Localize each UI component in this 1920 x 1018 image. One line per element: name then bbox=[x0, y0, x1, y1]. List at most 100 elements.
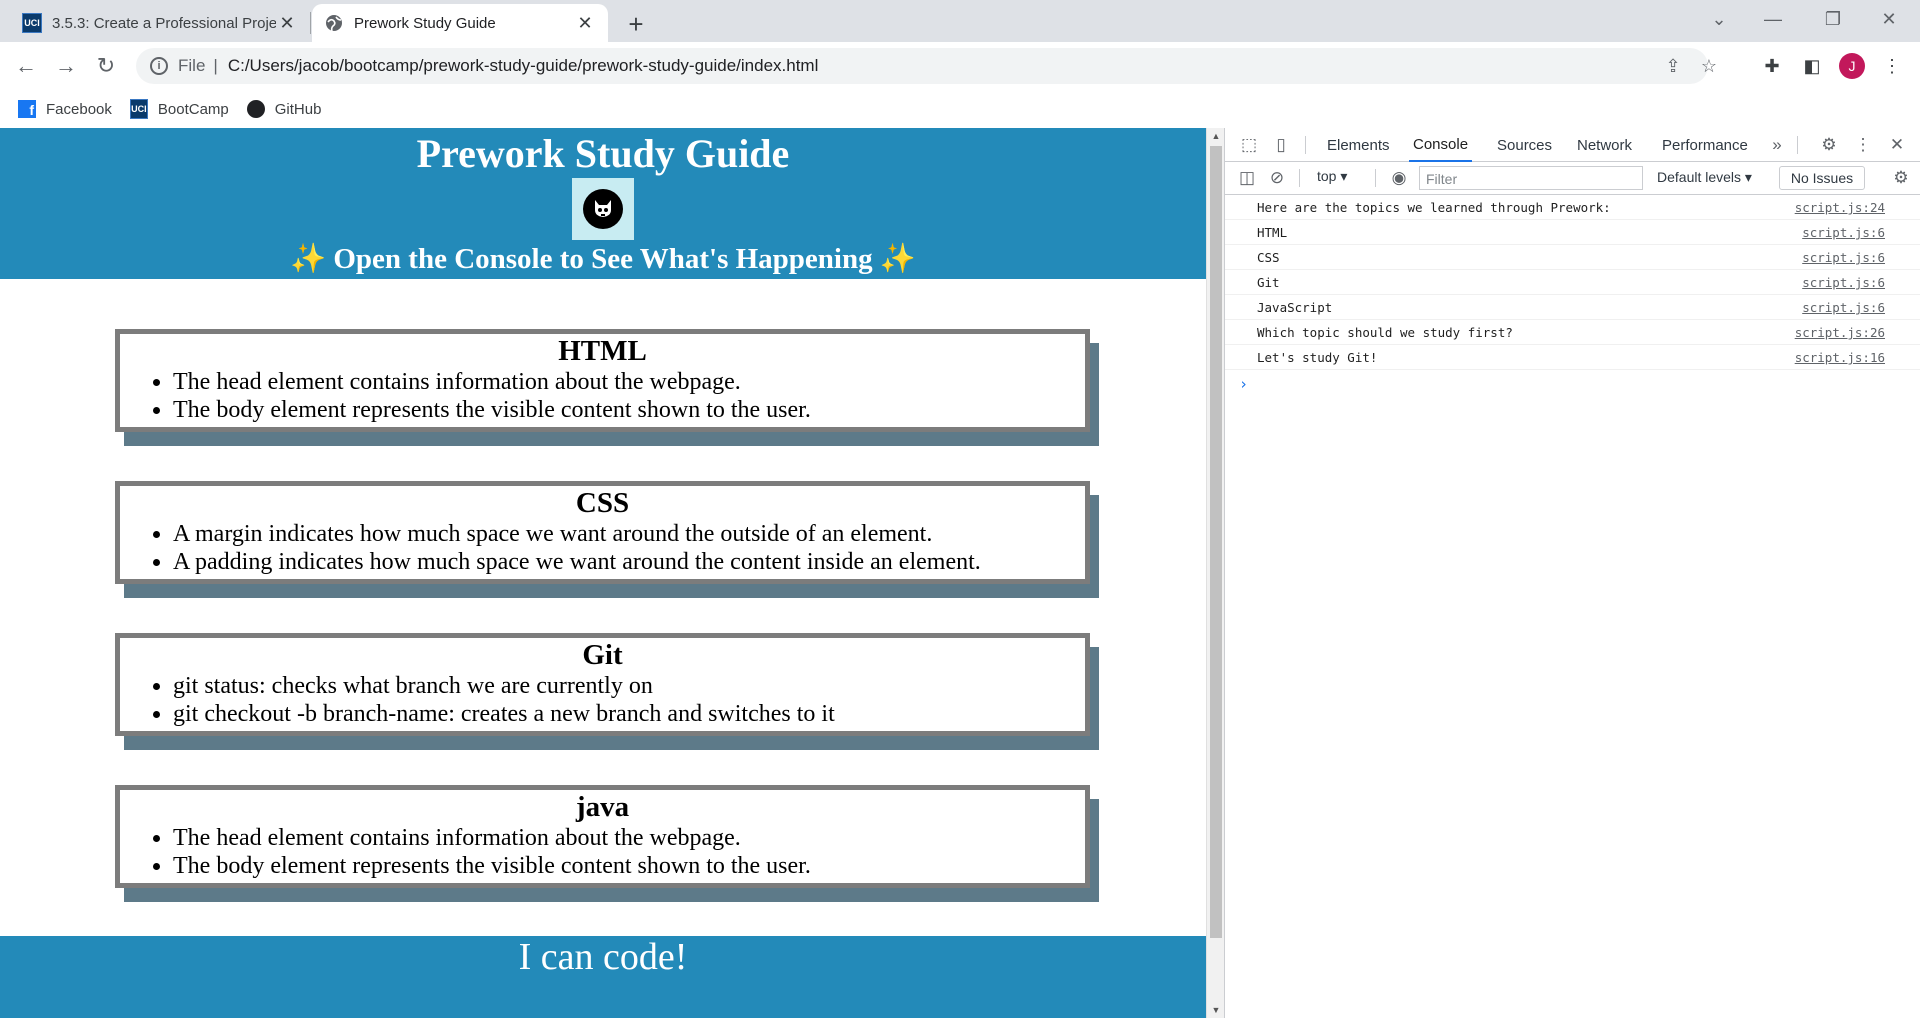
restore-button[interactable]: ❐ bbox=[1810, 0, 1856, 38]
console-message-text: HTML bbox=[1257, 225, 1288, 240]
globe-icon bbox=[324, 13, 344, 33]
close-tab-icon[interactable]: ✕ bbox=[276, 12, 298, 34]
console-source-link[interactable]: script.js:24 bbox=[1795, 200, 1885, 215]
clear-console-icon[interactable]: ⊘ bbox=[1265, 166, 1289, 190]
card-heading: Git bbox=[582, 639, 623, 671]
devtools-tab-sources[interactable]: Sources bbox=[1497, 128, 1552, 162]
bookmark-label: GitHub bbox=[274, 100, 322, 118]
menu-kebab-icon[interactable]: ⋮ bbox=[1876, 50, 1908, 82]
bookmark-bootcamp[interactable]: UCI BootCamp bbox=[129, 99, 229, 119]
devtools-tab-console[interactable]: Console bbox=[1409, 128, 1473, 162]
console-message-text: Git bbox=[1257, 275, 1280, 290]
tab-prework-study-guide[interactable]: Prework Study Guide ✕ bbox=[312, 4, 608, 42]
url-separator: | bbox=[213, 56, 218, 75]
eye-icon[interactable]: ◉ bbox=[1387, 166, 1411, 190]
reload-icon[interactable]: ↻ bbox=[90, 50, 122, 82]
list-item: The head element contains information ab… bbox=[173, 368, 1085, 396]
divider bbox=[1375, 169, 1376, 187]
page-subtitle: ✨ Open the Console to See What's Happeni… bbox=[290, 243, 916, 275]
page-title: Prework Study Guide bbox=[416, 131, 790, 176]
new-tab-button[interactable]: + bbox=[620, 8, 652, 40]
minimize-button[interactable]: — bbox=[1750, 0, 1796, 38]
console-source-link[interactable]: script.js:6 bbox=[1802, 275, 1885, 290]
card-git: Git git status: checks what branch we ar… bbox=[115, 633, 1090, 736]
address-bar[interactable]: i File | C:/Users/jacob/bootcamp/prework… bbox=[136, 48, 1717, 84]
gear-icon[interactable]: ⚙ bbox=[1817, 133, 1841, 157]
tab-search-icon[interactable]: ⌄ bbox=[1696, 0, 1742, 38]
devtools-tab-performance[interactable]: Performance bbox=[1662, 128, 1748, 162]
console-message-text: Here are the topics we learned through P… bbox=[1257, 200, 1611, 215]
devtools-tab-elements[interactable]: Elements bbox=[1327, 128, 1390, 162]
console-message-text: Which topic should we study first? bbox=[1257, 325, 1513, 340]
console-settings-gear-icon[interactable]: ⚙ bbox=[1889, 166, 1913, 190]
site-header: Prework Study Guide ✨ Open the Console t… bbox=[0, 128, 1206, 279]
log-levels-label: Default levels bbox=[1657, 169, 1742, 185]
scrollbar-thumb[interactable] bbox=[1210, 146, 1222, 938]
sidebar-toggle-icon[interactable]: ◫ bbox=[1235, 166, 1259, 190]
close-window-button[interactable]: ✕ bbox=[1866, 0, 1912, 38]
bookmark-star-icon[interactable]: ☆ bbox=[1692, 48, 1726, 84]
card-heading: HTML bbox=[558, 335, 647, 367]
url-text[interactable]: C:/Users/jacob/bootcamp/prework-study-gu… bbox=[228, 56, 819, 76]
issues-button[interactable]: No Issues bbox=[1779, 166, 1865, 190]
console-source-link[interactable]: script.js:6 bbox=[1802, 225, 1885, 240]
profile-avatar[interactable]: J bbox=[1836, 50, 1868, 82]
card-heading: CSS bbox=[575, 487, 630, 519]
bookmark-label: Facebook bbox=[46, 100, 112, 118]
forward-arrow-icon[interactable]: → bbox=[50, 50, 82, 82]
console-filter-input[interactable]: Filter bbox=[1419, 166, 1643, 190]
bookmark-github[interactable]: GitHub bbox=[246, 100, 322, 118]
devtools-menu-kebab-icon[interactable]: ⋮ bbox=[1851, 133, 1875, 157]
console-source-link[interactable]: script.js:26 bbox=[1795, 325, 1885, 340]
extensions-puzzle-icon[interactable]: ✚ bbox=[1756, 50, 1788, 82]
list-item: git checkout -b branch-name: creates a n… bbox=[173, 700, 1085, 728]
close-tab-icon[interactable]: ✕ bbox=[574, 12, 596, 34]
console-source-link[interactable]: script.js:16 bbox=[1795, 350, 1885, 365]
site-footer: I can code! bbox=[0, 936, 1206, 1018]
more-tabs-chevron-icon[interactable]: » bbox=[1765, 133, 1789, 157]
log-levels-dropdown[interactable]: Default levels ▾ bbox=[1657, 169, 1752, 186]
github-icon bbox=[246, 100, 265, 118]
back-arrow-icon[interactable]: ← bbox=[10, 50, 42, 82]
page-viewport: Prework Study Guide ✨ Open the Console t… bbox=[0, 128, 1206, 1018]
list-item: git status: checks what branch we are cu… bbox=[173, 672, 1085, 700]
devtools-panel: ⬚ ▯ Elements Console Sources Network Per… bbox=[1224, 128, 1920, 1018]
facebook-icon: f bbox=[18, 100, 36, 118]
card-css: CSS A margin indicates how much space we… bbox=[115, 481, 1090, 584]
card-list: The head element contains information ab… bbox=[173, 824, 1085, 880]
console-message: Here are the topics we learned through P… bbox=[1225, 195, 1920, 220]
card-html: HTML The head element contains informati… bbox=[115, 329, 1090, 432]
card-list: The head element contains information ab… bbox=[173, 368, 1085, 424]
list-item: The body element represents the visible … bbox=[173, 852, 1085, 880]
card-list: A margin indicates how much space we wan… bbox=[173, 520, 1085, 576]
device-toolbar-icon[interactable]: ▯ bbox=[1269, 133, 1293, 157]
divider bbox=[1797, 136, 1798, 154]
console-prompt-chevron-icon[interactable]: › bbox=[1239, 375, 1248, 393]
tab-title: Prework Study Guide bbox=[354, 14, 496, 32]
cat-skull-logo-icon bbox=[572, 178, 634, 240]
devtools-tab-network[interactable]: Network bbox=[1577, 128, 1632, 162]
console-message: HTML script.js:6 bbox=[1225, 220, 1920, 245]
scroll-up-arrow-icon[interactable]: ▲ bbox=[1207, 128, 1225, 144]
context-label: top bbox=[1317, 168, 1337, 184]
share-icon[interactable]: ⇪ bbox=[1656, 48, 1690, 84]
inspect-element-icon[interactable]: ⬚ bbox=[1237, 133, 1261, 157]
uci-logo-icon: UCI bbox=[129, 99, 148, 119]
console-source-link[interactable]: script.js:6 bbox=[1802, 300, 1885, 315]
tab-create-project[interactable]: UCI 3.5.3: Create a Professional Proje ✕ bbox=[10, 4, 310, 42]
devtools-tabbar: ⬚ ▯ Elements Console Sources Network Per… bbox=[1225, 128, 1920, 162]
scroll-down-arrow-icon[interactable]: ▼ bbox=[1207, 1002, 1225, 1018]
page-scrollbar[interactable]: ▲ ▼ bbox=[1206, 128, 1224, 1018]
close-devtools-icon[interactable]: ✕ bbox=[1885, 133, 1909, 157]
console-source-link[interactable]: script.js:6 bbox=[1802, 250, 1885, 265]
console-message: Let's study Git! script.js:16 bbox=[1225, 345, 1920, 370]
side-panel-icon[interactable]: ◧ bbox=[1796, 50, 1828, 82]
context-selector[interactable]: top ▾ bbox=[1317, 168, 1347, 185]
site-info-icon[interactable]: i bbox=[150, 57, 168, 75]
bookmark-facebook[interactable]: f Facebook bbox=[18, 100, 112, 118]
browser-toolbar: ← → ↻ i File | C:/Users/jacob/bootcamp/p… bbox=[0, 42, 1920, 90]
card-list: git status: checks what branch we are cu… bbox=[173, 672, 1085, 728]
console-message: CSS script.js:6 bbox=[1225, 245, 1920, 270]
list-item: The body element represents the visible … bbox=[173, 396, 1085, 424]
divider bbox=[1305, 136, 1306, 154]
